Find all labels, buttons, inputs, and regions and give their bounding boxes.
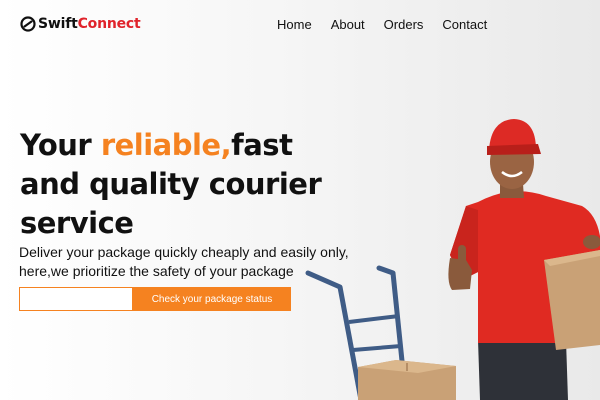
check-status-button[interactable]: Check your package status bbox=[133, 287, 291, 311]
headline-accent: reliable, bbox=[100, 128, 232, 162]
brand-name: SwiftConnect bbox=[38, 15, 141, 33]
nav-link-contact[interactable]: Contact bbox=[442, 16, 487, 34]
hero-illustration bbox=[305, 119, 600, 400]
courier-photo bbox=[448, 119, 600, 400]
main-menu: Home About Orders Contact bbox=[277, 16, 487, 34]
link-logo-icon bbox=[20, 16, 36, 32]
brand-name-second: Connect bbox=[77, 16, 141, 32]
top-navbar: SwiftConnect Home About Orders Contact bbox=[0, 0, 600, 50]
nav-link-orders[interactable]: Orders bbox=[384, 16, 424, 34]
cardboard-box-icon bbox=[358, 360, 456, 400]
nav-link-home[interactable]: Home bbox=[277, 16, 312, 34]
tracking-form: Check your package status bbox=[19, 287, 291, 311]
brand-logo[interactable]: SwiftConnect bbox=[20, 15, 141, 33]
tracking-number-input[interactable] bbox=[19, 287, 133, 311]
nav-link-about[interactable]: About bbox=[331, 16, 365, 34]
brand-name-first: Swift bbox=[38, 16, 78, 32]
headline-lead: Your bbox=[20, 128, 101, 162]
